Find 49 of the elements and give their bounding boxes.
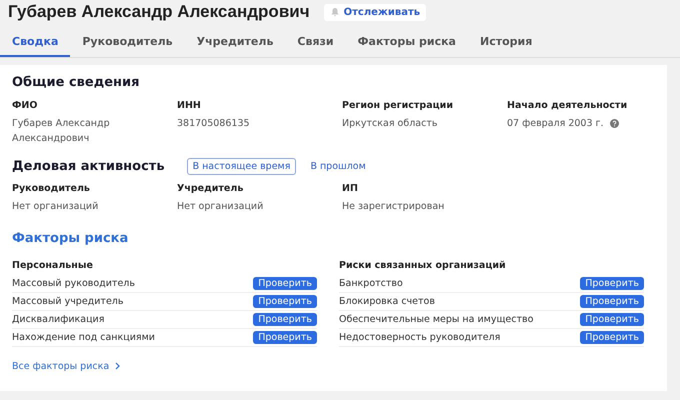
tab[interactable]: Руководитель: [70, 30, 185, 57]
field-value: 381705086135: [177, 117, 250, 131]
field-value: Нет организаций: [12, 200, 100, 214]
risk-label: Дисквалификация: [12, 314, 104, 325]
section-title: Общие сведения: [12, 75, 140, 90]
field-label: Учредитель: [177, 183, 244, 194]
period-toggle[interactable]: В настоящее время: [186, 158, 296, 176]
help-icon[interactable]: [610, 119, 619, 128]
risk-label: Недостоверность руководителя: [339, 332, 500, 343]
risk-label: Банкротство: [339, 278, 403, 289]
field-value: Иркутская область: [342, 117, 438, 131]
field-label: Начало деятельности: [507, 100, 628, 111]
check-button[interactable]: Проверить: [253, 330, 317, 344]
risk-label: Нахождение под санкциями: [12, 332, 155, 343]
group-title: Персональные: [12, 260, 94, 271]
risk-label: Массовый руководитель: [12, 278, 135, 289]
bell-icon: [330, 7, 340, 17]
field-label: ФИО: [12, 100, 38, 111]
field-label: ИП: [342, 183, 359, 194]
page-title: Губарев Александр Александрович: [8, 2, 310, 22]
field-label: Руководитель: [12, 183, 91, 194]
field-value: Не зарегистрирован: [342, 200, 446, 214]
field-label: ИНН: [177, 100, 202, 111]
risk-label: Массовый учредитель: [12, 296, 124, 307]
risk-label: Обеспечительные меры на имущество: [339, 314, 534, 325]
tab[interactable]: Учредитель: [184, 30, 286, 57]
field-value: Губарев Александр Александрович: [12, 117, 111, 146]
check-button[interactable]: Проверить: [253, 312, 317, 326]
group-title: Риски связанных организаций: [339, 260, 507, 271]
tab[interactable]: Сводка: [0, 30, 70, 57]
period-toggle[interactable]: В прошлом: [304, 158, 372, 176]
all-risks-link[interactable]: Все факторы риска: [12, 360, 122, 372]
check-button[interactable]: Проверить: [580, 312, 644, 326]
chevron-right-icon: [115, 362, 122, 370]
check-button[interactable]: Проверить: [253, 294, 317, 308]
field-value: Нет организаций: [177, 200, 264, 214]
tab[interactable]: История: [468, 30, 544, 57]
risk-label: Блокировка счетов: [339, 296, 435, 307]
field-value: 07 февраля 2003 г.: [507, 117, 604, 131]
follow-button[interactable]: Отслеживать: [324, 4, 426, 20]
check-button[interactable]: Проверить: [580, 276, 644, 290]
section-title: Факторы риска: [12, 230, 130, 246]
tab[interactable]: Факторы риска: [346, 30, 468, 57]
check-button[interactable]: Проверить: [580, 294, 644, 308]
field-label: Регион регистрации: [342, 100, 454, 111]
check-button[interactable]: Проверить: [580, 330, 644, 344]
section-title: Деловая активность: [12, 159, 165, 174]
check-button[interactable]: Проверить: [253, 276, 317, 290]
tab[interactable]: Связи: [285, 30, 346, 57]
